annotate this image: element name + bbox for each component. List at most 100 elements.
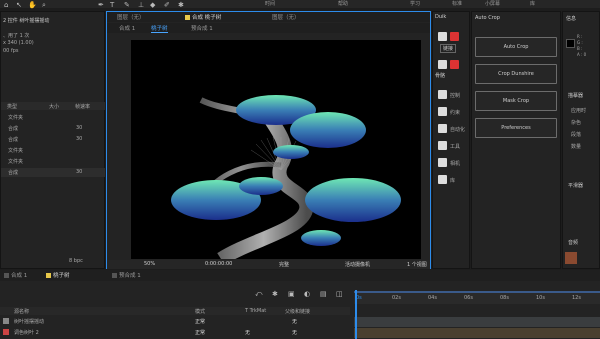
list-item[interactable]: 合成 30 xyxy=(1,168,105,177)
brush-icon[interactable]: ✎ xyxy=(124,1,130,9)
bone-icon[interactable] xyxy=(450,32,459,41)
bpc-label[interactable]: 8 bpc xyxy=(69,258,83,264)
control-icon[interactable] xyxy=(438,90,447,99)
tab-precomp-1[interactable]: 预合成 1 xyxy=(112,271,141,279)
duik-label[interactable]: 骨骼 xyxy=(435,72,445,79)
puppet-icon[interactable]: ✱ xyxy=(178,1,184,9)
pen-icon[interactable]: ✒ xyxy=(98,1,104,9)
graph-editor-icon[interactable]: ▤ xyxy=(320,290,327,298)
menu-item-standard[interactable]: 标准 xyxy=(452,0,462,7)
preferences-button[interactable]: Preferences xyxy=(475,118,557,138)
project-panel: 2 控件 树叶摇摆摇动 、用了 1 次 x 340 (1.00) 00 fps … xyxy=(0,11,105,269)
layer-mode[interactable]: 正常 xyxy=(195,329,205,336)
views-select[interactable]: 1 个视图 xyxy=(407,261,427,268)
hand-icon[interactable]: ✋ xyxy=(28,1,37,9)
project-item-usage: 、用了 1 次 xyxy=(3,33,30,39)
list-item[interactable]: 文件夹 xyxy=(1,157,105,166)
section-tracker[interactable]: 描摹器 xyxy=(568,92,583,99)
layer-parent[interactable]: 无 xyxy=(292,318,297,325)
breadcrumb-item[interactable]: 预合成 1 xyxy=(191,24,213,32)
auto-crop-button[interactable]: Auto Crop xyxy=(475,37,557,57)
constraint-icon[interactable] xyxy=(438,107,447,116)
list-item[interactable]: 文件夹 xyxy=(1,113,105,122)
resolution-select[interactable]: 完整 xyxy=(279,261,289,268)
layer-track[interactable] xyxy=(354,317,600,327)
time-ruler[interactable]: 0s 02s 04s 06s 08s 10s 12s xyxy=(354,292,600,304)
layer-parent[interactable]: 无 xyxy=(292,329,297,336)
bone-icon[interactable] xyxy=(438,60,447,69)
motion-blur-icon[interactable]: ◐ xyxy=(304,290,310,298)
home-icon[interactable]: ⌂ xyxy=(4,1,8,9)
menu-item-help[interactable]: 帮助 xyxy=(338,0,348,7)
col-source-name[interactable]: 源名称 xyxy=(14,308,29,315)
breadcrumb-item[interactable]: 合成 1 xyxy=(119,24,135,32)
tree-artwork xyxy=(171,95,401,266)
tab-composition[interactable]: 合成 桃子树 xyxy=(185,13,221,21)
timeline-tabs: 合成 1 桃子树 预合成 1 xyxy=(0,270,600,281)
camera-icon[interactable] xyxy=(438,158,447,167)
roto-icon[interactable]: ✐ xyxy=(164,1,170,9)
section-smoother[interactable]: 平滑器 xyxy=(568,182,583,189)
tab-layer[interactable]: 图层（无） xyxy=(117,13,145,21)
menu-item-time[interactable]: 时间 xyxy=(265,0,275,7)
table-row[interactable]: 树叶摇摆摇动 正常 无 xyxy=(0,317,350,327)
mask-crop-button[interactable]: Mask Crop xyxy=(475,91,557,111)
composition-canvas[interactable] xyxy=(131,40,421,266)
work-area-bar[interactable] xyxy=(354,291,600,293)
col-size[interactable]: 大小 xyxy=(49,103,59,110)
timecode[interactable]: 0:00:00:00 xyxy=(205,261,232,267)
stamp-icon[interactable]: ⊥ xyxy=(138,1,144,9)
duik-label[interactable]: 约束 xyxy=(450,109,460,116)
col-trkmat[interactable]: T TrkMat xyxy=(245,308,266,314)
tab-comp-1[interactable]: 合成 1 xyxy=(4,271,27,279)
playhead[interactable] xyxy=(355,290,357,339)
tab-footage[interactable]: 图层（无） xyxy=(272,13,300,21)
duik-label[interactable]: 相机 xyxy=(450,160,460,167)
duik-panel: Duik 链接 骨骼 控制 约束 自动化 工具 相机 库 xyxy=(432,11,470,269)
audio-thumbnail xyxy=(565,252,577,264)
layer-track[interactable] xyxy=(354,328,600,338)
layer-trkmat[interactable]: 无 xyxy=(245,329,250,336)
tools-icon[interactable] xyxy=(438,141,447,150)
col-frame-rate[interactable]: 帧速率 xyxy=(75,103,90,110)
arrow-icon[interactable]: ↖ xyxy=(16,1,22,9)
menu-item-learn[interactable]: 学习 xyxy=(410,0,420,7)
collapse-icon[interactable]: ✱ xyxy=(272,290,278,298)
library-icon[interactable] xyxy=(438,175,447,184)
viewer-footer: 50% 0:00:00:00 完整 活动摄像机 1 个视图 xyxy=(107,260,430,269)
duik-label[interactable]: 控制 xyxy=(450,92,460,99)
menu-item-small-screen[interactable]: 小屏幕 xyxy=(485,0,500,7)
timeline-controls: ⤺ ✱ ▣ ◐ ▤ ◫ xyxy=(0,288,350,300)
list-item[interactable]: 合成 30 xyxy=(1,124,105,133)
list-item[interactable]: 文件夹 xyxy=(1,146,105,155)
duik-label[interactable]: 链接 xyxy=(440,44,457,53)
type-icon[interactable]: T xyxy=(110,1,114,9)
layer-icon[interactable]: ◫ xyxy=(336,290,343,298)
section-audio[interactable]: 音频 xyxy=(568,239,578,246)
tab-peach-tree[interactable]: 桃子树 xyxy=(46,271,70,279)
col-parent[interactable]: 父级和链接 xyxy=(285,308,310,315)
breadcrumb-item[interactable]: 桃子树 xyxy=(151,24,168,33)
project-item-size: x 340 (1.00) xyxy=(3,40,34,46)
table-row[interactable]: 调色树叶 2 正常 无 无 xyxy=(0,328,350,338)
link-icon[interactable] xyxy=(438,32,447,41)
layer-mode[interactable]: 正常 xyxy=(195,318,205,325)
zoom-level[interactable]: 50% xyxy=(144,261,155,267)
automation-icon[interactable] xyxy=(438,124,447,133)
frame-blend-icon[interactable]: ▣ xyxy=(288,290,295,298)
list-item[interactable]: 合成 30 xyxy=(1,135,105,144)
eraser-icon[interactable]: ◆ xyxy=(150,1,155,9)
duik-label[interactable]: 库 xyxy=(450,177,455,184)
canopy xyxy=(273,145,309,159)
controller-icon[interactable] xyxy=(450,60,459,69)
crop-dunshire-button[interactable]: Crop Dunshire xyxy=(475,64,557,84)
canopy xyxy=(239,177,283,195)
duik-label[interactable]: 自动化 xyxy=(450,126,465,133)
shy-icon[interactable]: ⤺ xyxy=(255,290,262,299)
menu-item-library[interactable]: 库 xyxy=(530,0,535,7)
col-type[interactable]: 类型 xyxy=(7,103,17,110)
col-mode[interactable]: 模式 xyxy=(195,308,205,315)
zoom-icon[interactable]: ⌕ xyxy=(42,1,46,10)
camera-select[interactable]: 活动摄像机 xyxy=(345,261,370,268)
duik-label[interactable]: 工具 xyxy=(450,143,460,150)
